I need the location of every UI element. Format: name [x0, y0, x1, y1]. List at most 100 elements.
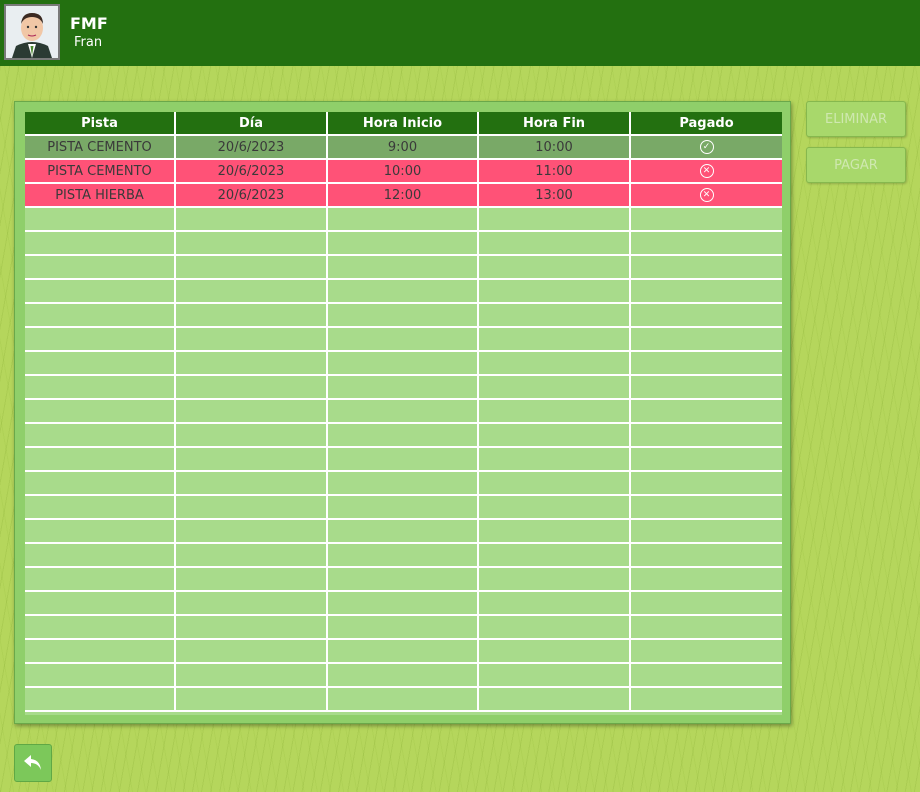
- empty-cell: [25, 448, 176, 472]
- empty-cell: [25, 520, 176, 544]
- reservations-table: Pista Día Hora Inicio Hora Fin Pagado PI…: [25, 112, 782, 715]
- empty-cell: [25, 424, 176, 448]
- empty-cell: [479, 640, 631, 664]
- empty-table-row: [25, 496, 782, 520]
- empty-cell: [176, 616, 328, 640]
- cell-hora-inicio: 9:00: [328, 136, 479, 160]
- empty-cell: [631, 424, 782, 448]
- empty-rows: [25, 208, 782, 712]
- empty-cell: [328, 208, 479, 232]
- table-header-row: Pista Día Hora Inicio Hora Fin Pagado: [25, 112, 782, 136]
- empty-cell: [176, 568, 328, 592]
- empty-table-row: [25, 472, 782, 496]
- empty-cell: [25, 328, 176, 352]
- table-row[interactable]: PISTA CEMENTO 20/6/2023 9:00 10:00 ✓: [25, 136, 782, 160]
- back-button[interactable]: [14, 744, 52, 782]
- empty-cell: [631, 448, 782, 472]
- empty-cell: [479, 328, 631, 352]
- empty-cell: [176, 448, 328, 472]
- check-icon: ✓: [699, 140, 714, 154]
- cell-hora-fin: 10:00: [479, 136, 631, 160]
- user-name: Fran: [74, 35, 103, 50]
- empty-table-row: [25, 256, 782, 280]
- empty-cell: [631, 568, 782, 592]
- empty-cell: [328, 256, 479, 280]
- empty-cell: [479, 544, 631, 568]
- empty-cell: [328, 664, 479, 688]
- cell-pista: PISTA HIERBA: [25, 184, 176, 208]
- column-header-dia[interactable]: Día: [176, 112, 328, 136]
- empty-table-row: [25, 304, 782, 328]
- empty-cell: [25, 688, 176, 712]
- column-header-hora-inicio[interactable]: Hora Inicio: [328, 112, 479, 136]
- empty-cell: [176, 664, 328, 688]
- empty-cell: [479, 424, 631, 448]
- empty-cell: [25, 256, 176, 280]
- cell-hora-inicio: 12:00: [328, 184, 479, 208]
- table-row[interactable]: PISTA HIERBA 20/6/2023 12:00 13:00 ✕: [25, 184, 782, 208]
- empty-table-row: [25, 232, 782, 256]
- empty-cell: [479, 664, 631, 688]
- empty-cell: [479, 688, 631, 712]
- cell-hora-fin: 13:00: [479, 184, 631, 208]
- empty-cell: [328, 424, 479, 448]
- empty-cell: [631, 688, 782, 712]
- empty-cell: [328, 328, 479, 352]
- empty-cell: [479, 520, 631, 544]
- empty-cell: [479, 304, 631, 328]
- empty-cell: [25, 376, 176, 400]
- empty-cell: [176, 400, 328, 424]
- empty-table-row: [25, 400, 782, 424]
- cell-pista: PISTA CEMENTO: [25, 136, 176, 160]
- empty-cell: [328, 400, 479, 424]
- column-header-pagado[interactable]: Pagado: [631, 112, 782, 136]
- empty-cell: [631, 280, 782, 304]
- empty-cell: [479, 352, 631, 376]
- empty-cell: [631, 256, 782, 280]
- empty-cell: [479, 208, 631, 232]
- empty-table-row: [25, 640, 782, 664]
- empty-cell: [631, 544, 782, 568]
- empty-cell: [631, 328, 782, 352]
- pay-button[interactable]: PAGAR: [806, 147, 906, 183]
- cell-hora-inicio: 10:00: [328, 160, 479, 184]
- column-header-pista[interactable]: Pista: [25, 112, 176, 136]
- empty-cell: [328, 472, 479, 496]
- empty-table-row: [25, 520, 782, 544]
- empty-cell: [25, 280, 176, 304]
- empty-table-row: [25, 280, 782, 304]
- empty-cell: [176, 472, 328, 496]
- delete-button[interactable]: ELIMINAR: [806, 101, 906, 137]
- empty-cell: [479, 472, 631, 496]
- empty-cell: [328, 520, 479, 544]
- empty-cell: [631, 520, 782, 544]
- empty-cell: [328, 616, 479, 640]
- user-portrait-icon: [6, 6, 58, 58]
- empty-cell: [176, 280, 328, 304]
- empty-cell: [631, 592, 782, 616]
- empty-cell: [328, 568, 479, 592]
- empty-table-row: [25, 544, 782, 568]
- empty-cell: [479, 400, 631, 424]
- empty-cell: [631, 496, 782, 520]
- empty-cell: [25, 544, 176, 568]
- empty-cell: [176, 328, 328, 352]
- empty-cell: [328, 376, 479, 400]
- empty-cell: [479, 448, 631, 472]
- empty-cell: [25, 592, 176, 616]
- empty-table-row: [25, 424, 782, 448]
- empty-table-row: [25, 616, 782, 640]
- empty-cell: [25, 616, 176, 640]
- empty-cell: [176, 304, 328, 328]
- column-header-hora-fin[interactable]: Hora Fin: [479, 112, 631, 136]
- empty-cell: [25, 640, 176, 664]
- cell-pagado: ✕: [631, 160, 782, 184]
- empty-cell: [479, 568, 631, 592]
- empty-cell: [631, 664, 782, 688]
- empty-cell: [328, 640, 479, 664]
- empty-cell: [631, 616, 782, 640]
- app-title: FMF: [70, 14, 108, 33]
- empty-cell: [328, 232, 479, 256]
- empty-table-row: [25, 448, 782, 472]
- table-row[interactable]: PISTA CEMENTO 20/6/2023 10:00 11:00 ✕: [25, 160, 782, 184]
